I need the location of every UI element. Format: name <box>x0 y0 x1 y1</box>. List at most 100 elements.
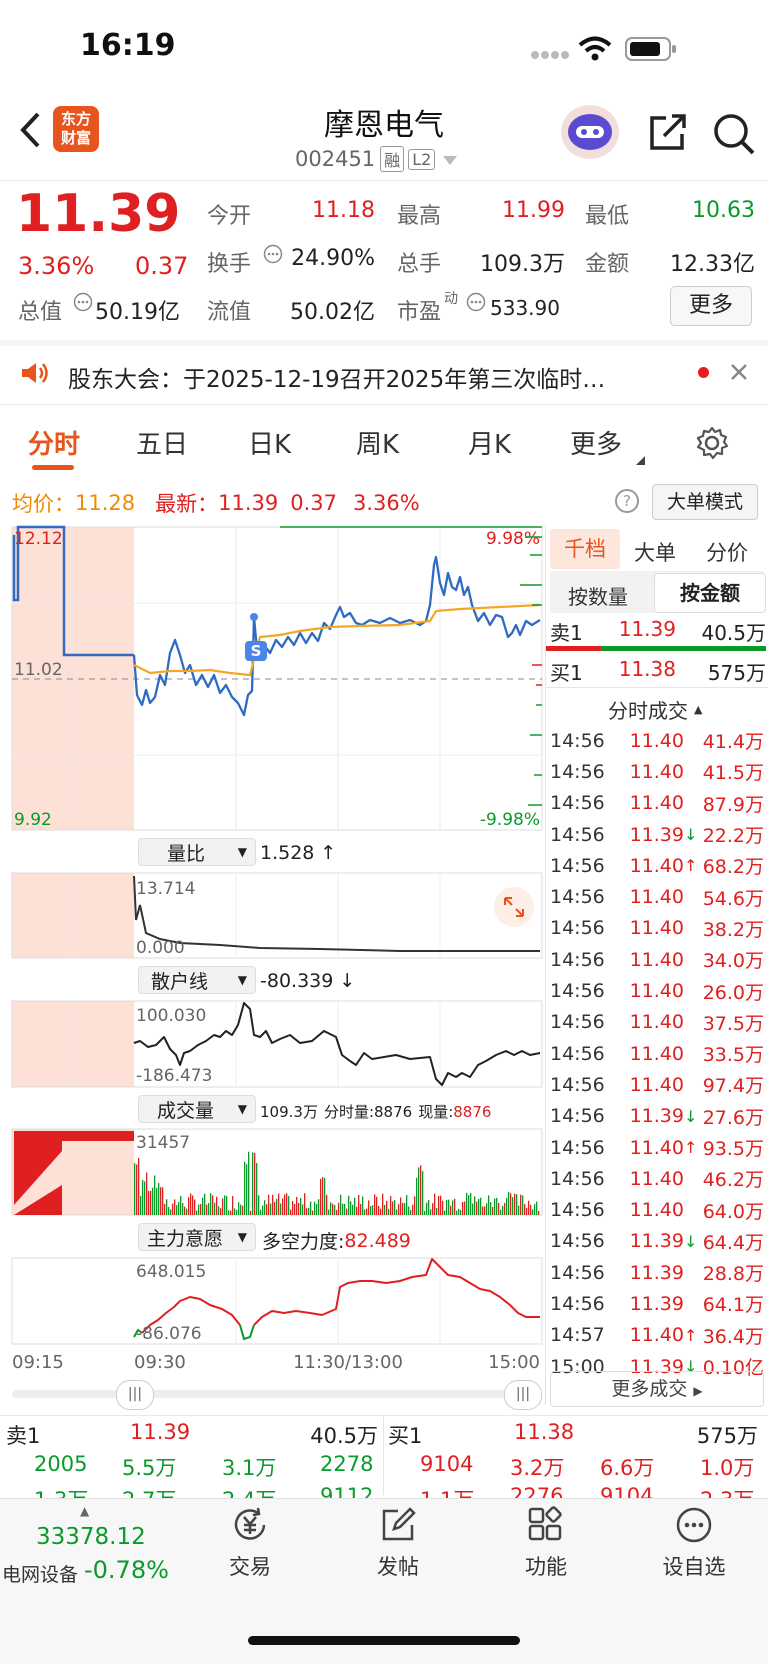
vr-min-label: 0.000 <box>136 938 185 958</box>
volume-bar <box>484 1206 486 1215</box>
volume-total: 109.3万 <box>260 1103 318 1121</box>
volume-bar <box>286 1193 288 1215</box>
volume-bar <box>292 1201 294 1215</box>
current-price: 11.39 <box>16 184 181 244</box>
volume-bar <box>474 1196 476 1215</box>
subtab-by-amount[interactable]: 按金额 <box>654 573 766 613</box>
indicator-select-volume[interactable]: 成交量 ▼ <box>138 1095 256 1123</box>
volume-bar <box>522 1195 524 1215</box>
volume-bar <box>420 1165 422 1215</box>
tab-five-day[interactable]: 五日 <box>136 424 188 461</box>
buy1-price: 11.38 <box>618 657 676 681</box>
triangle-down-icon: ▼ <box>237 1102 247 1116</box>
volume-bar <box>166 1199 168 1215</box>
trade-price: 11.40 <box>629 1042 684 1065</box>
trade-price: 11.39 <box>629 1105 684 1128</box>
more-trades-button[interactable]: 更多成交 ▶ <box>550 1371 764 1407</box>
more-button[interactable]: 更多 <box>670 286 752 326</box>
tab-more[interactable]: 更多 <box>570 424 622 461</box>
volume-bar <box>156 1187 158 1215</box>
volume-bar <box>236 1210 238 1215</box>
volume-bar <box>154 1175 156 1215</box>
intraday-chart-area[interactable]: S 12.12 11.02 9.92 9.98% -9.98% 13.714 0… <box>0 525 545 1385</box>
volume-bar <box>492 1206 494 1215</box>
trade-row: 14:56 11.40 34.0万 <box>550 944 768 975</box>
float-cap-value: 50.02亿 <box>290 300 375 325</box>
volume-value: 109.3万 <box>480 252 565 277</box>
tab-monthly-k[interactable]: 月K <box>468 424 511 461</box>
volume-bar <box>404 1203 406 1215</box>
info-dots-icon[interactable] <box>73 292 93 316</box>
search-icon[interactable] <box>712 112 756 160</box>
nav-functions[interactable]: 功能 <box>496 1505 596 1581</box>
nav-post[interactable]: 发帖 <box>348 1505 448 1581</box>
sell1-label: 卖1 <box>550 621 583 645</box>
low-value: 10.63 <box>692 198 755 223</box>
volume-bar <box>380 1208 382 1215</box>
trade-price: 11.40 <box>629 1199 684 1222</box>
stock-code-row[interactable]: 002451 融 L2 <box>295 146 458 172</box>
arrow-up-icon: ↑ <box>684 856 698 876</box>
trade-price: 11.40 <box>629 854 684 877</box>
trade-row: 14:56 11.40 41.5万 <box>550 756 768 787</box>
tab-big-orders[interactable]: 大单 <box>634 537 676 567</box>
volume-bar <box>374 1194 376 1215</box>
robot-avatar-icon[interactable] <box>560 104 620 164</box>
volume-bar <box>148 1191 150 1215</box>
range-handle-left[interactable]: ||| <box>116 1380 154 1410</box>
volume-bar <box>328 1209 330 1215</box>
volume-bar <box>360 1204 362 1215</box>
arrow-down-icon: ↓ <box>684 825 698 845</box>
volume-bar <box>386 1200 388 1215</box>
time-range-track[interactable] <box>12 1390 542 1398</box>
big-order-mode-button[interactable]: 大单模式 <box>652 484 758 520</box>
latest-value: 11.39 <box>218 491 279 515</box>
tab-intraday[interactable]: 分时 <box>28 424 80 461</box>
ob-buy1-label: 买1 <box>388 1424 423 1448</box>
trades-header[interactable]: 分时成交 ▲ <box>608 695 702 724</box>
volume-bar <box>140 1196 142 1215</box>
trade-volume: 64.1万 <box>702 1294 764 1317</box>
pct-max-label: 9.98% <box>486 529 540 549</box>
volume-bar <box>422 1171 424 1215</box>
volume-bar <box>524 1204 526 1215</box>
trade-time: 14:56 <box>550 854 605 877</box>
index-value[interactable]: 33378.12 <box>36 1524 146 1550</box>
nav-add-watchlist[interactable]: 设自选 <box>644 1505 744 1581</box>
trade-row: 14:56 11.40 41.4万 <box>550 725 768 756</box>
nav-trade[interactable]: 交易 <box>200 1505 300 1581</box>
tab-daily-k[interactable]: 日K <box>248 424 291 461</box>
volume-bar <box>510 1193 512 1215</box>
volume-bar <box>200 1203 202 1215</box>
notice-text[interactable]: 股东大会：于2025-12-19召开2025年第三次临时… <box>68 360 605 394</box>
volume-bar <box>244 1161 246 1215</box>
settings-gear-icon[interactable] <box>694 425 730 465</box>
retail-shade <box>12 1001 134 1087</box>
indicator-select-retail[interactable]: 散户线 ▼ <box>138 966 256 994</box>
volume-now-value: 8876 <box>453 1102 492 1121</box>
trade-price: 11.39 <box>629 1230 684 1253</box>
nav-label: 发帖 <box>377 1555 419 1579</box>
share-icon[interactable] <box>646 112 688 158</box>
avg-label: 均价： <box>12 492 75 516</box>
volume-bar <box>170 1209 172 1215</box>
tab-price-split[interactable]: 分价 <box>706 537 748 567</box>
status-time: 16:19 <box>80 28 176 63</box>
volume-bar <box>456 1210 458 1215</box>
volume-bar <box>178 1202 180 1215</box>
volume-bar <box>214 1202 216 1215</box>
triangle-down-icon: ▼ <box>237 1230 247 1244</box>
indicator-select-volume-ratio[interactable]: 量比 ▼ <box>138 838 256 866</box>
tab-order-depth[interactable]: 千档 <box>550 529 620 569</box>
subtab-by-quantity[interactable]: 按数量 <box>568 581 628 610</box>
volume-bar <box>366 1208 368 1215</box>
range-handle-right[interactable]: ||| <box>504 1380 542 1410</box>
info-dots-icon[interactable] <box>466 292 486 316</box>
close-icon[interactable] <box>730 363 748 385</box>
trade-time: 14:56 <box>550 760 605 783</box>
help-icon[interactable]: ? <box>614 488 640 518</box>
indicator-select-main-force[interactable]: 主力意愿 ▼ <box>138 1223 256 1251</box>
volume-bar <box>426 1202 428 1215</box>
trades-list[interactable]: 14:56 11.40 41.4万 14:56 11.40 41.5万 14:56 11.40… <box>550 725 768 1382</box>
tab-weekly-k[interactable]: 周K <box>356 424 399 461</box>
